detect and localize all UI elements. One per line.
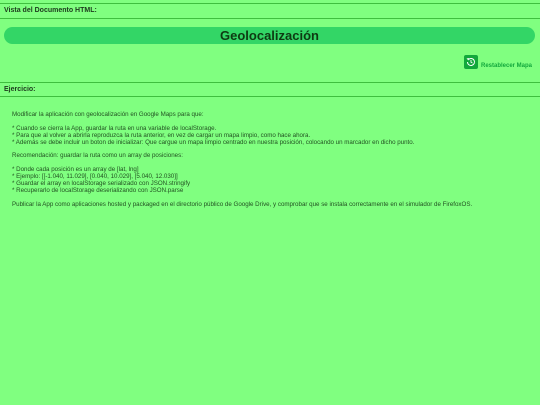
- exercise-intro: Modificar la aplicación con geolocalizac…: [12, 111, 204, 118]
- reset-map-label: Restablecer Mapa: [481, 62, 533, 69]
- requirement-item: * Además se debe incluir un boton de ini…: [12, 138, 415, 146]
- title-bar: Geolocalización: [4, 27, 535, 44]
- exercise-body: Modificar la aplicación con geolocalizac…: [12, 111, 532, 209]
- header-divider: [0, 18, 540, 19]
- top-divider: [0, 3, 540, 4]
- restore-history-icon: [464, 55, 478, 69]
- page-title: Geolocalización: [220, 28, 319, 43]
- reset-map-button[interactable]: Restablecer Mapa: [464, 54, 538, 70]
- exercise-divider: [0, 96, 540, 97]
- doc-view-label: Vista del Documento HTML:: [4, 7, 97, 14]
- tip-item: * Recuperarlo de localStorage deserializ…: [12, 186, 184, 194]
- publish-text: Publicar la App como aplicaciones hosted…: [12, 200, 473, 208]
- exercise-top-divider: [0, 82, 540, 83]
- exercise-label: Ejercicio:: [4, 86, 36, 93]
- recommendation-text: Recomendación: guardar la ruta como un a…: [12, 152, 183, 160]
